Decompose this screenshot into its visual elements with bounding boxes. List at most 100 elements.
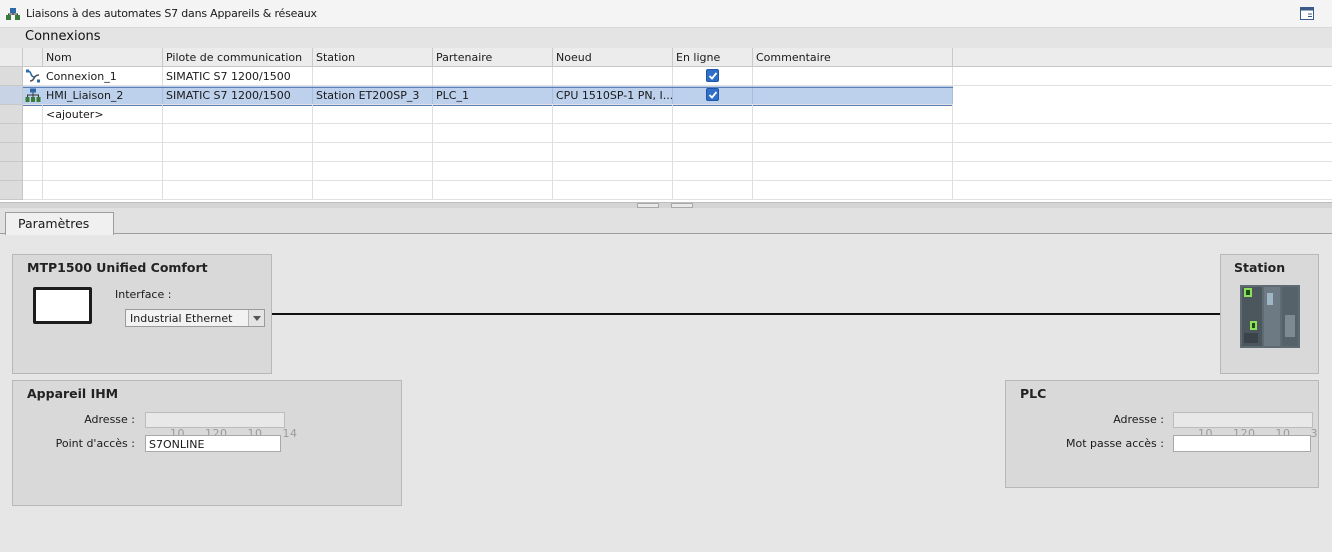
row-header bbox=[0, 124, 23, 143]
online-checkbox[interactable] bbox=[706, 88, 719, 101]
empty-cell bbox=[23, 124, 43, 142]
empty-cell bbox=[163, 124, 313, 142]
column-header-driver[interactable]: Pilote de communication bbox=[163, 48, 313, 67]
hmi-params-panel: Appareil IHM Adresse : 10 . 120 . 10 . 1… bbox=[12, 380, 402, 506]
cell-name[interactable]: Connexion_1 bbox=[43, 67, 163, 85]
interface-label: Interface : bbox=[115, 288, 172, 301]
hmi-connection-icon bbox=[25, 88, 41, 102]
empty-cell bbox=[673, 105, 753, 123]
cell-partner[interactable] bbox=[433, 67, 553, 85]
row-header bbox=[0, 143, 23, 162]
empty-cell bbox=[23, 143, 43, 161]
cell-station[interactable] bbox=[313, 67, 433, 85]
empty-cell bbox=[553, 162, 673, 180]
empty-cell bbox=[553, 181, 673, 199]
empty-cell bbox=[753, 105, 953, 123]
cell-comment[interactable] bbox=[753, 86, 953, 104]
cell-node[interactable] bbox=[553, 67, 673, 85]
cell-partner[interactable]: PLC_1 bbox=[433, 86, 553, 104]
row-header[interactable] bbox=[0, 86, 23, 105]
empty-cell bbox=[313, 124, 433, 142]
connections-title: Connexions bbox=[25, 29, 101, 44]
title-bar: Liaisons à des automates S7 dans Apparei… bbox=[0, 0, 1332, 28]
column-header-name[interactable]: Nom bbox=[43, 48, 163, 67]
online-checkbox[interactable] bbox=[706, 69, 719, 82]
empty-cell bbox=[433, 143, 553, 161]
chevron-down-icon[interactable] bbox=[248, 310, 264, 326]
empty-cell bbox=[673, 162, 753, 180]
empty-row bbox=[0, 143, 1332, 162]
icon-column-header bbox=[23, 48, 43, 67]
add-row[interactable]: <ajouter> bbox=[0, 105, 1332, 124]
empty-cell bbox=[43, 124, 163, 142]
network-devices-icon bbox=[6, 8, 20, 20]
tab-bar: Paramètres bbox=[0, 208, 1332, 235]
row-header[interactable] bbox=[0, 67, 23, 86]
network-line bbox=[272, 313, 1220, 315]
empty-cell bbox=[163, 181, 313, 199]
hmi-params-title: Appareil IHM bbox=[27, 386, 119, 401]
hmi-ip-octet-4: 14 bbox=[282, 427, 298, 440]
empty-cell bbox=[553, 124, 673, 142]
column-header-partner[interactable]: Partenaire bbox=[433, 48, 553, 67]
hmi-panel-icon bbox=[33, 287, 92, 324]
cell-driver[interactable]: SIMATIC S7 1200/1500 bbox=[163, 67, 313, 85]
plc-address-label: Adresse : bbox=[1113, 413, 1164, 426]
window-restore-icon[interactable] bbox=[1299, 6, 1315, 21]
tab-parameters[interactable]: Paramètres bbox=[5, 212, 114, 235]
empty-cell bbox=[163, 162, 313, 180]
password-input[interactable] bbox=[1173, 435, 1311, 452]
table-row-selected[interactable]: HMI_Liaison_2 SIMATIC S7 1200/1500 Stati… bbox=[0, 86, 953, 105]
cell-node[interactable]: CPU 1510SP-1 PN, I... bbox=[553, 86, 673, 104]
empty-cell bbox=[553, 143, 673, 161]
empty-cell bbox=[23, 181, 43, 199]
column-header-filler bbox=[953, 48, 1332, 67]
plc-ip-octet-4: 3 bbox=[1310, 427, 1318, 440]
empty-cell bbox=[313, 181, 433, 199]
cell-online bbox=[673, 86, 753, 104]
empty-cell bbox=[43, 143, 163, 161]
empty-cell bbox=[433, 181, 553, 199]
column-header-station[interactable]: Station bbox=[313, 48, 433, 67]
connections-header: Connexions bbox=[0, 28, 1332, 48]
empty-cell bbox=[313, 162, 433, 180]
column-header-comment[interactable]: Commentaire bbox=[753, 48, 953, 67]
empty-cell bbox=[753, 143, 953, 161]
column-header-online[interactable]: En ligne bbox=[673, 48, 753, 67]
empty-cell bbox=[43, 162, 163, 180]
hmi-device-panel: MTP1500 Unified Comfort Interface : Indu… bbox=[12, 254, 272, 374]
cell-driver[interactable]: SIMATIC S7 1200/1500 bbox=[163, 86, 313, 104]
column-header-node[interactable]: Noeud bbox=[553, 48, 673, 67]
cell-name[interactable]: HMI_Liaison_2 bbox=[43, 86, 163, 104]
row-header[interactable] bbox=[0, 105, 23, 124]
interface-value: Industrial Ethernet bbox=[130, 312, 233, 325]
empty-cell bbox=[433, 162, 553, 180]
empty-cell bbox=[23, 162, 43, 180]
access-point-input[interactable]: S7ONLINE bbox=[145, 435, 281, 452]
empty-cell bbox=[163, 143, 313, 161]
connections-table: Nom Pilote de communication Station Part… bbox=[0, 48, 1332, 202]
row-header bbox=[0, 181, 23, 200]
empty-cell bbox=[313, 105, 433, 123]
row-header bbox=[0, 162, 23, 181]
empty-row bbox=[0, 181, 1332, 200]
cell-comment[interactable] bbox=[753, 67, 953, 85]
window-title: Liaisons à des automates S7 dans Apparei… bbox=[26, 7, 317, 20]
password-label: Mot passe accès : bbox=[1065, 437, 1164, 450]
empty-cell bbox=[753, 181, 953, 199]
icon-cell bbox=[23, 105, 43, 123]
access-point-label: Point d'accès : bbox=[55, 437, 135, 450]
empty-cell bbox=[433, 105, 553, 123]
et200sp-station-icon bbox=[1240, 285, 1300, 348]
empty-cell bbox=[673, 181, 753, 199]
empty-cell bbox=[673, 124, 753, 142]
station-title: Station bbox=[1234, 260, 1286, 275]
empty-cell bbox=[433, 124, 553, 142]
cell-station[interactable]: Station ET200SP_3 bbox=[313, 86, 433, 104]
interface-select[interactable]: Industrial Ethernet bbox=[125, 309, 265, 327]
row-header-corner bbox=[0, 48, 23, 67]
empty-cell bbox=[313, 143, 433, 161]
table-row[interactable]: Connexion_1 SIMATIC S7 1200/1500 bbox=[0, 67, 1332, 86]
hmi-address-label: Adresse : bbox=[84, 413, 135, 426]
add-connection-cell[interactable]: <ajouter> bbox=[43, 105, 163, 123]
